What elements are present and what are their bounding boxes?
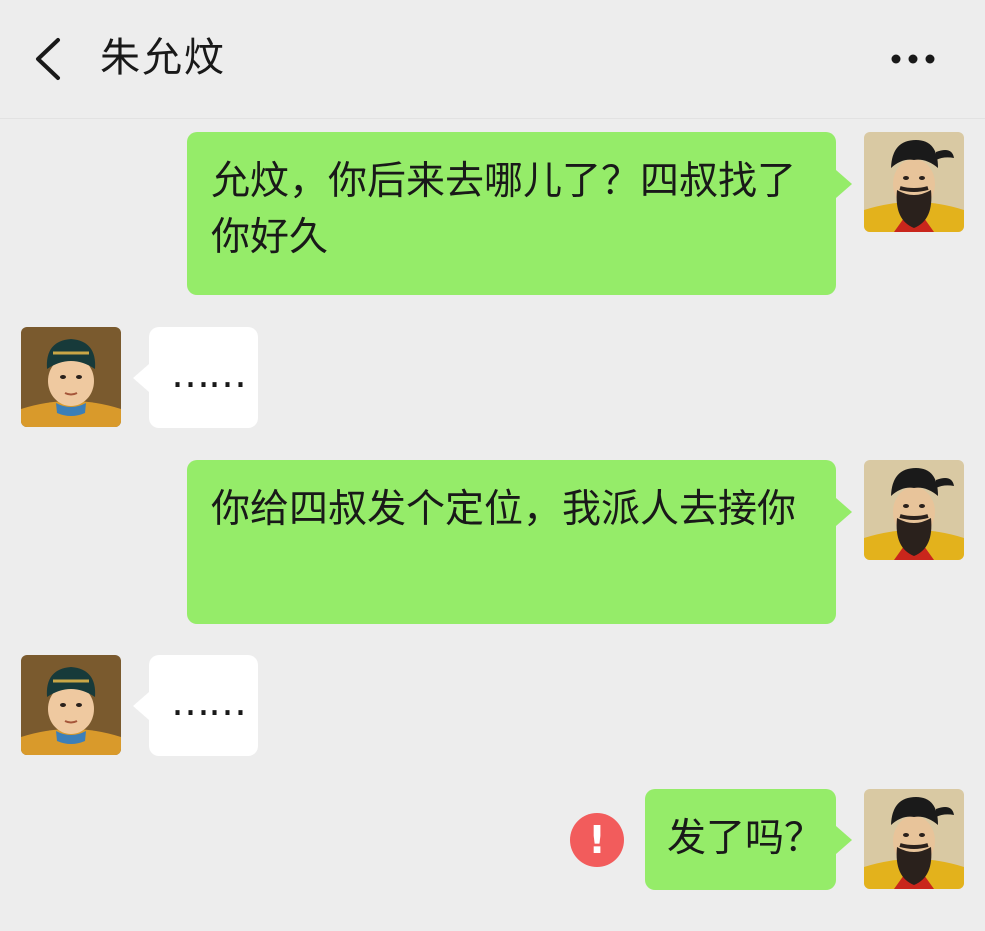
self-avatar[interactable] xyxy=(864,460,964,560)
chat-header: 朱允炆 xyxy=(0,0,985,119)
send-failed-icon[interactable]: ! xyxy=(570,813,624,867)
contact-avatar[interactable] xyxy=(21,655,121,755)
message-text: …… xyxy=(171,680,247,725)
outgoing-message-bubble[interactable]: 发了吗？ xyxy=(645,789,836,890)
chevron-left-icon[interactable] xyxy=(28,36,72,82)
chat-title: 朱允炆 xyxy=(100,35,226,81)
bubble-tail xyxy=(836,170,852,198)
bubble-tail xyxy=(836,498,852,526)
more-dots-icon[interactable] xyxy=(886,46,946,72)
outgoing-message-bubble[interactable]: 允炆，你后来去哪儿了？四叔找了你好久 xyxy=(187,132,836,295)
message-list[interactable]: 允炆，你后来去哪儿了？四叔找了你好久 …… 你给四叔发个定位，我派人去接你 ……… xyxy=(0,119,985,931)
message-text: 允炆，你后来去哪儿了？四叔找了你好久 xyxy=(211,159,797,260)
incoming-message-bubble[interactable]: …… xyxy=(149,327,258,428)
message-text: 你给四叔发个定位，我派人去接你 xyxy=(211,487,797,532)
self-avatar[interactable] xyxy=(864,132,964,232)
contact-avatar[interactable] xyxy=(21,327,121,427)
outgoing-message-bubble[interactable]: 你给四叔发个定位，我派人去接你 xyxy=(187,460,836,624)
message-text: 发了吗？ xyxy=(667,816,824,861)
bubble-tail xyxy=(836,826,852,854)
self-avatar[interactable] xyxy=(864,789,964,889)
bubble-tail xyxy=(133,692,149,720)
incoming-message-bubble[interactable]: …… xyxy=(149,655,258,756)
bubble-tail xyxy=(133,364,149,392)
message-text: …… xyxy=(171,352,247,397)
